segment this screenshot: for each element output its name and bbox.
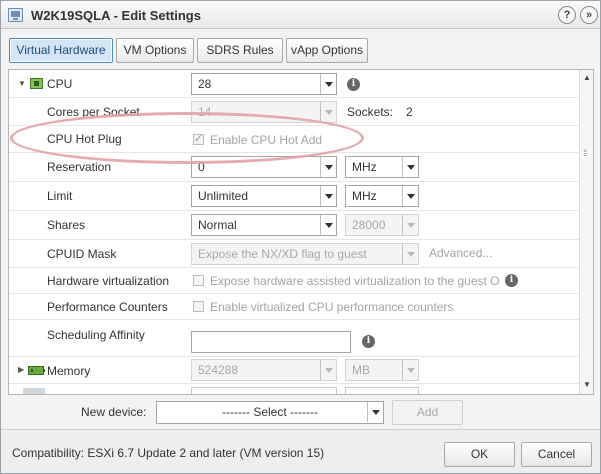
vm-icon [8, 8, 23, 22]
chevron-down-icon [320, 157, 336, 177]
cpu-count-select[interactable]: 28 [191, 73, 337, 95]
footer: Compatibility: ESXi 6.7 Update 2 and lat… [1, 429, 600, 473]
info-icon[interactable]: i [362, 335, 375, 348]
chevron-down-icon [402, 360, 418, 380]
title-bar: W2K19SQLA - Edit Settings ? » [1, 1, 600, 29]
chevron-down-icon [320, 360, 336, 380]
cancel-button[interactable]: Cancel [521, 442, 592, 467]
performance-counters-checkbox-label: Enable virtualized CPU performance count… [210, 300, 454, 314]
chevron-down-icon [320, 215, 336, 235]
shares-row: Shares Normal 28000 [9, 211, 579, 240]
info-icon[interactable]: i [347, 78, 360, 91]
cpu-row: ▼ CPU 28 i [9, 70, 579, 98]
limit-row: Limit Unlimited MHz [9, 182, 579, 211]
chevron-down-icon [402, 244, 418, 264]
tab-vm-options[interactable]: VM Options [116, 38, 194, 63]
new-device-select[interactable]: ------- Select ------- [156, 401, 384, 424]
limit-input[interactable]: Unlimited [191, 185, 337, 207]
dialog-title: W2K19SQLA - Edit Settings [31, 8, 201, 23]
memory-unit-select[interactable]: MB [345, 359, 419, 381]
highlight-ellipse [10, 112, 364, 164]
hardware-virtualization-checkbox-label: Expose hardware assisted virtualization … [210, 274, 500, 288]
ok-button[interactable]: OK [444, 442, 515, 467]
chevron-down-icon [402, 157, 418, 177]
chevron-down-icon [402, 215, 418, 235]
performance-counters-row: Performance Counters Enable virtualized … [9, 294, 579, 320]
chevron-down-icon [320, 102, 336, 122]
expand-button[interactable]: » [580, 6, 598, 24]
tab-vapp-options[interactable]: vApp Options [286, 38, 368, 63]
info-icon[interactable]: i [505, 274, 518, 287]
sockets-label: Sockets: [347, 105, 394, 119]
help-button[interactable]: ? [558, 6, 576, 24]
vertical-scrollbar[interactable]: ▲ ⁞⁞ ▼ [579, 70, 593, 394]
chevron-down-icon [320, 74, 336, 94]
limit-label: Limit [47, 189, 73, 203]
shares-select[interactable]: Normal [191, 214, 337, 236]
cpu-label: CPU [47, 77, 73, 91]
next-device-field[interactable] [191, 387, 337, 394]
sockets-value: 2 [406, 105, 413, 119]
reservation-unit-select[interactable]: MHz [345, 156, 419, 178]
cpuid-mask-select[interactable]: Expose the NX/XD flag to guest [191, 243, 419, 265]
add-device-button[interactable]: Add [392, 400, 463, 425]
scroll-grip-icon[interactable]: ⁞⁞ [583, 148, 587, 158]
tab-virtual-hardware[interactable]: Virtual Hardware [9, 38, 113, 63]
edit-settings-dialog: W2K19SQLA - Edit Settings ? » Virtual Ha… [0, 0, 601, 474]
tab-sdrs-rules[interactable]: SDRS Rules [197, 38, 283, 63]
scheduling-affinity-row: Scheduling Affinity i [9, 320, 579, 357]
cpuid-mask-label: CPUID Mask [47, 246, 117, 261]
limit-unit-select[interactable]: MHz [345, 185, 419, 207]
new-device-label: New device: [81, 405, 147, 419]
hardware-virtualization-row: Hardware virtualization Expose hardware … [9, 268, 579, 294]
performance-counters-label: Performance Counters [47, 299, 168, 314]
next-device-unit[interactable] [345, 387, 419, 394]
compatibility-text: Compatibility: ESXi 6.7 Update 2 and lat… [12, 446, 325, 460]
scheduling-affinity-input[interactable] [191, 331, 351, 353]
memory-size-select[interactable]: 524288 [191, 359, 337, 381]
shares-amount-select[interactable]: 28000 [345, 214, 419, 236]
memory-row: ▶ Memory 524288 MB [9, 357, 579, 384]
chevron-down-icon [402, 186, 418, 206]
hardware-virtualization-label: Hardware virtualization [47, 273, 170, 288]
chevron-down-icon [320, 186, 336, 206]
scroll-up-icon[interactable]: ▲ [582, 73, 592, 83]
scroll-down-icon[interactable]: ▼ [582, 380, 592, 390]
advanced-link[interactable]: Advanced... [429, 246, 492, 260]
cpu-chip-icon [30, 78, 43, 89]
cpuid-mask-row: CPUID Mask Expose the NX/XD flag to gues… [9, 240, 579, 268]
performance-counters-checkbox[interactable] [193, 301, 204, 312]
next-device-row-partial [9, 384, 579, 394]
shares-label: Shares [47, 218, 86, 232]
memory-label: Memory [47, 364, 91, 378]
expand-triangle-icon[interactable]: ▶ [18, 365, 24, 374]
collapse-triangle-icon[interactable]: ▼ [18, 79, 26, 88]
scheduling-affinity-label: Scheduling Affinity [47, 328, 145, 342]
memory-icon [28, 366, 45, 375]
chevron-down-icon [367, 402, 383, 422]
hardware-virtualization-checkbox[interactable] [193, 275, 204, 286]
device-icon [23, 388, 45, 394]
